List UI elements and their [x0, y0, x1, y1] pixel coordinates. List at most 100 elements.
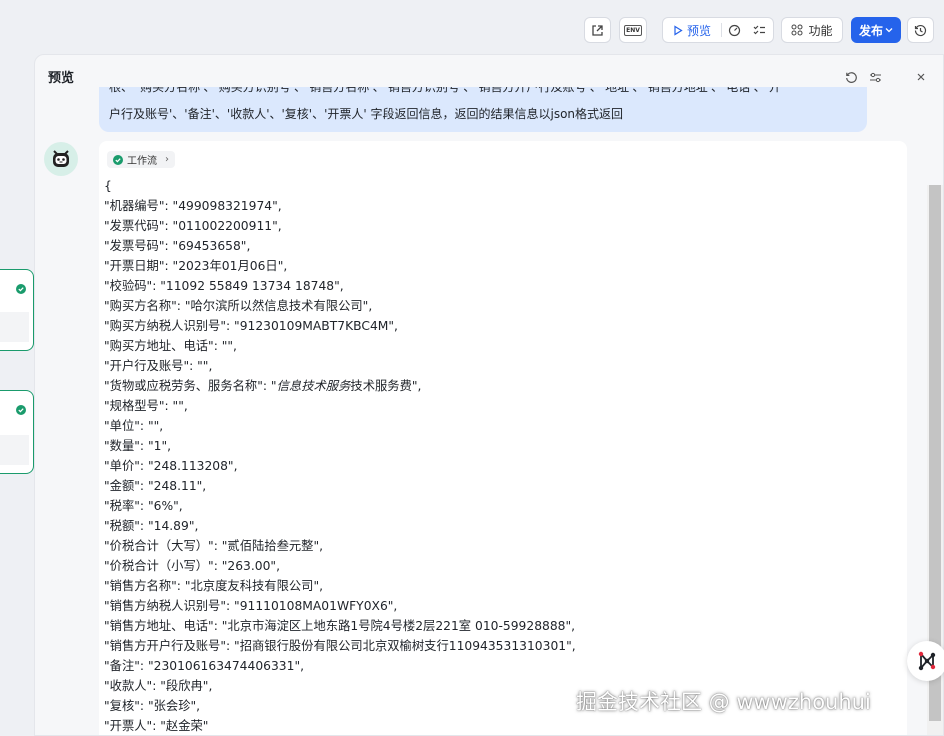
json-line-text: "销售方开户行及账号": "招商银行股份有限公司北京双榆树支行110943531…: [104, 639, 576, 653]
user-message: 根、 '购买方名称'、'购买方识别号'、'销售方名称'、'销售方识别号'、'销售…: [99, 87, 867, 132]
json-line-text: "购买方纳税人识别号": "91230109MABT7KBC4M",: [104, 319, 398, 333]
history-icon: [914, 24, 927, 36]
preview-button[interactable]: 预览: [663, 18, 721, 42]
json-line: "数量": "1",: [104, 436, 576, 456]
json-line-text: "开票日期": "2023年01月06日",: [104, 259, 288, 273]
sliders-icon: [869, 72, 881, 82]
json-line: "发票代码": "011002200911",: [104, 216, 576, 236]
network-logo-icon: [918, 651, 936, 671]
assistant-float-button[interactable]: [907, 641, 944, 681]
json-line-text: "备注": "230106163474406331",: [104, 659, 305, 673]
json-line-text: "税额": "14.89",: [104, 519, 199, 533]
json-line: "单位": "",: [104, 416, 576, 436]
json-line-text: "销售方地址、电话": "北京市海淀区上地东路1号院4号楼2层221室 010-…: [104, 619, 576, 633]
json-line: "开户行及账号": "",: [104, 356, 576, 376]
json-line-text: "机器编号": "499098321974",: [104, 199, 282, 213]
preview-panel: 预览 根、 '购买方名称'、'购买方识别号'、'销售方名称'、'销售方识别号'、…: [34, 54, 944, 736]
chevron-right-icon: ›: [165, 154, 169, 165]
json-line-text: "税率": "6%",: [104, 499, 183, 513]
json-line: "收款人": "段欣冉",: [104, 676, 576, 696]
features-label: 功能: [808, 23, 833, 38]
check-circle-icon: [16, 284, 26, 294]
json-line: "机器编号": "499098321974",: [104, 196, 576, 216]
json-line-text: "单位": "",: [104, 419, 164, 433]
refresh-icon: [845, 71, 857, 83]
publish-label: 发布: [858, 23, 883, 38]
env-button[interactable]: ENV: [619, 17, 647, 43]
bot-reply: 工作流 › { "机器编号": "499098321974", "发票代码": "0…: [99, 141, 907, 735]
apps-icon: [791, 24, 803, 36]
top-toolbar: ENV 预览 功能 发布: [0, 0, 944, 56]
refresh-button[interactable]: [843, 69, 859, 85]
check-circle-icon: [16, 405, 26, 415]
json-line: "价税合计（小写）": "263.00",: [104, 556, 576, 576]
json-line-text: "销售方纳税人识别号": "91110108MA01WFY0X6",: [104, 599, 398, 613]
json-line-text: "收款人": "段欣冉",: [104, 679, 213, 693]
json-line: "备注": "230106163474406331",: [104, 656, 576, 676]
json-line: "货物或应税劳务、服务名称": "信息技术服务技术服务费",: [104, 376, 576, 396]
user-message-line: 根、 '购买方名称'、'购买方识别号'、'销售方名称'、'销售方识别号'、'销售…: [109, 87, 781, 94]
preview-toolbar-group: 预览: [662, 17, 774, 43]
json-line: "销售方名称": "北京度友科技有限公司",: [104, 576, 576, 596]
workflow-chip[interactable]: 工作流 ›: [107, 151, 175, 168]
debug-button[interactable]: [722, 18, 747, 42]
json-italic-text: 信息技术服务: [276, 379, 351, 393]
preview-label: 预览: [686, 23, 711, 38]
panel-title: 预览: [48, 71, 75, 86]
user-message-line: 户行及账号'、'备注'、'收款人'、'复核'、'开票人' 字段返回信息，返回的结…: [109, 107, 624, 121]
json-line-text: "数量": "1",: [104, 439, 172, 453]
json-line: "购买方名称": "哈尔滨所以然信息技术有限公司",: [104, 296, 576, 316]
close-button[interactable]: [913, 69, 929, 85]
json-line: "开票人": "赵金荣": [104, 716, 576, 735]
check-circle-icon: [113, 154, 123, 165]
features-button[interactable]: 功能: [781, 17, 843, 43]
json-line: "开票日期": "2023年01月06日",: [104, 256, 576, 276]
workflow-node-card[interactable]: [0, 269, 34, 351]
env-icon: ENV: [624, 24, 642, 36]
checklist-button[interactable]: [747, 18, 771, 42]
json-line: "税额": "14.89",: [104, 516, 576, 536]
json-output: { "机器编号": "499098321974", "发票代码": "0110022…: [104, 176, 576, 735]
workflow-node-card[interactable]: [0, 390, 34, 474]
json-line-text: {: [104, 179, 112, 193]
json-line: "购买方纳税人识别号": "91230109MABT7KBC4M",: [104, 316, 576, 336]
json-line: "价税合计（大写）": "贰佰陆拾叁元整",: [104, 536, 576, 556]
checklist-icon: [753, 25, 765, 34]
play-icon: [674, 24, 683, 36]
json-line: "销售方开户行及账号": "招商银行股份有限公司北京双榆树支行110943531…: [104, 636, 576, 656]
json-line: "发票号码": "69453658",: [104, 236, 576, 256]
json-line: "规格型号": "",: [104, 396, 576, 416]
external-link-icon: [592, 24, 603, 36]
json-line: "单价": "248.113208",: [104, 456, 576, 476]
node-card-body: [0, 312, 29, 342]
json-line-text: "价税合计（大写）": "贰佰陆拾叁元整",: [104, 539, 324, 553]
json-line-text: "复核": "张会珍",: [104, 699, 201, 713]
json-line-text: "销售方名称": "北京度友科技有限公司",: [104, 579, 324, 593]
json-line-text: "开户行及账号": "",: [104, 359, 213, 373]
robot-icon: [53, 150, 69, 167]
external-link-icon-button[interactable]: [584, 17, 611, 43]
json-line: "购买方地址、电话": "",: [104, 336, 576, 356]
json-line: "金额": "248.11",: [104, 476, 576, 496]
json-line-text: "价税合计（小写）": "263.00",: [104, 559, 280, 573]
publish-button[interactable]: 发布: [851, 17, 901, 43]
json-line-tail: 技术服务费",: [350, 379, 422, 393]
node-card-body: [0, 435, 29, 465]
bot-avatar: [44, 142, 78, 176]
json-line-text: "货物或应税劳务、服务名称": ": [104, 379, 277, 393]
json-line-text: "金额": "248.11",: [104, 479, 207, 493]
json-line-text: "购买方名称": "哈尔滨所以然信息技术有限公司",: [104, 299, 373, 313]
json-line: {: [104, 176, 576, 196]
json-line: "复核": "张会珍",: [104, 696, 576, 716]
settings-button[interactable]: [867, 69, 883, 85]
json-line: "税率": "6%",: [104, 496, 576, 516]
chevron-down-icon: [885, 28, 893, 33]
json-line: "校验码": "11092 55849 13734 18748",: [104, 276, 576, 296]
watermark: 掘金技术社区 @ wwwzhouhui: [576, 690, 871, 714]
json-line: "销售方地址、电话": "北京市海淀区上地东路1号院4号楼2层221室 010-…: [104, 616, 576, 636]
json-line-text: "发票号码": "69453658",: [104, 239, 251, 253]
json-line-text: "校验码": "11092 55849 13734 18748",: [104, 279, 344, 293]
json-line-text: "购买方地址、电话": "",: [104, 339, 237, 353]
history-button[interactable]: [907, 17, 934, 43]
json-line-text: "发票代码": "011002200911",: [104, 219, 282, 233]
